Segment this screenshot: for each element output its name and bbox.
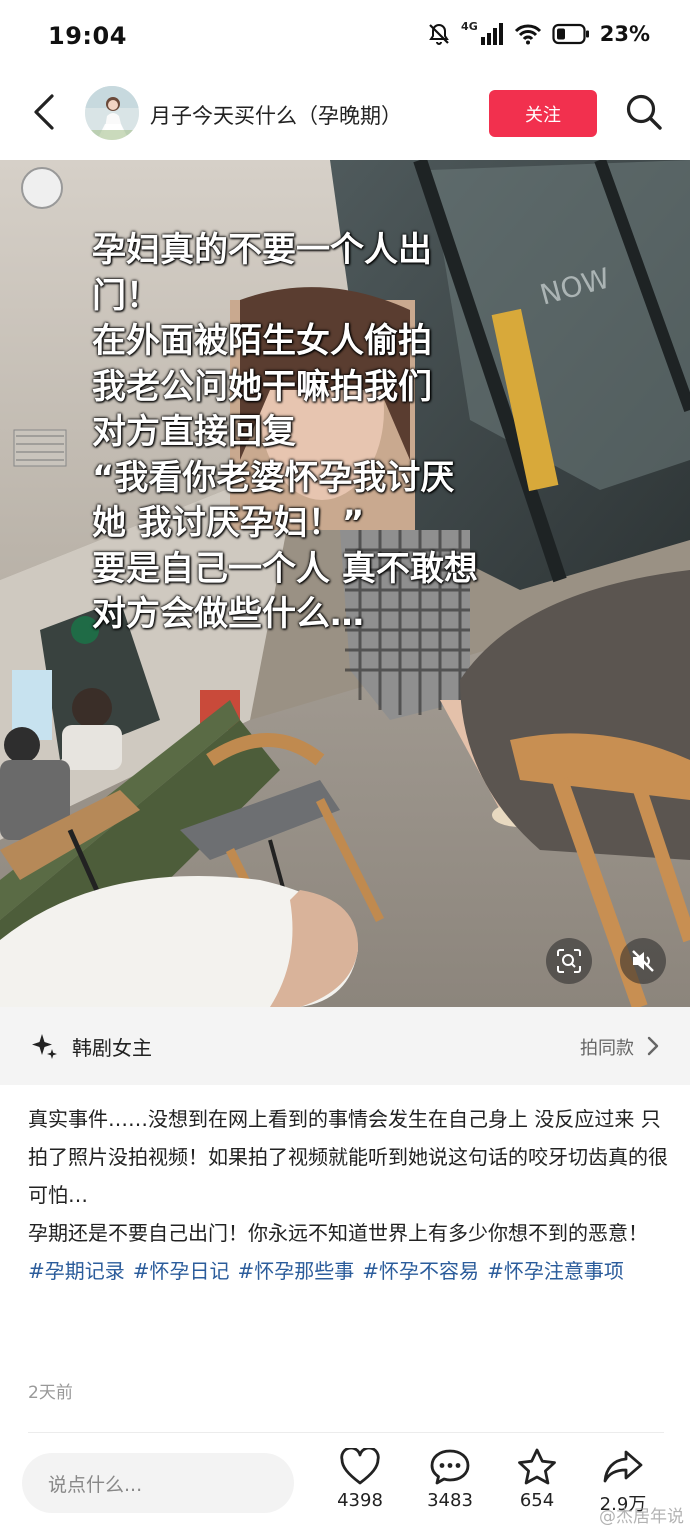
wifi-icon: [514, 24, 541, 45]
status-bar: 19:04 4G 23%: [0, 0, 690, 72]
back-arrow-icon: [34, 94, 54, 130]
favorite-button[interactable]: 654: [502, 1448, 572, 1511]
signal-icon: [480, 23, 503, 45]
chevron-right-icon: [647, 1036, 659, 1056]
hashtag-list: #孕期记录 #怀孕日记 #怀孕那些事 #怀孕不容易 #怀孕注意事项: [28, 1252, 668, 1290]
overlay-line: 孕妇真的不要一个人出: [92, 230, 432, 270]
back-button[interactable]: [26, 92, 66, 132]
follow-button[interactable]: 关注: [489, 90, 597, 137]
post-time: 2天前: [28, 1383, 73, 1403]
overlay-line: 对方直接回复: [92, 412, 296, 452]
divider: [28, 1432, 664, 1433]
overlay-line: 我老公问她干嘛拍我们: [92, 366, 432, 407]
heart-icon: [340, 1448, 380, 1485]
overlay-line: 要是自己一个人 真不敢想: [92, 548, 478, 589]
post-description: 真实事件……没想到在网上看到的事情会发生在自己身上 没反应过来 只拍了照片没拍视…: [28, 1100, 668, 1290]
scan-icon: [557, 949, 581, 973]
like-button[interactable]: 4398: [325, 1448, 395, 1511]
share-arrow-icon: [603, 1450, 643, 1483]
author-name[interactable]: 月子今天买什么（孕晚期）: [150, 100, 402, 130]
hashtag[interactable]: #怀孕日记: [133, 1259, 230, 1283]
mute-toggle-button[interactable]: [620, 938, 666, 984]
comment-count: 3483: [427, 1490, 473, 1511]
comment-bubble-icon: [430, 1449, 470, 1485]
like-count: 4398: [337, 1490, 383, 1511]
sparkle-icon: [32, 1034, 57, 1059]
comment-button[interactable]: 3483: [415, 1448, 485, 1511]
network-type: 4G: [461, 19, 478, 33]
same-style-link[interactable]: 拍同款: [580, 1034, 634, 1060]
description-paragraph: 真实事件……没想到在网上看到的事情会发生在自己身上 没反应过来 只拍了照片没拍视…: [28, 1107, 668, 1207]
overlay-line: 在外面被陌生女人偷拍: [92, 321, 432, 361]
search-icon: [626, 94, 662, 130]
mute-icon: [429, 23, 449, 45]
battery-percent: 23%: [599, 22, 650, 46]
speaker-muted-icon: [632, 950, 654, 972]
music-bar[interactable]: 韩剧女主 拍同款: [0, 1007, 690, 1085]
author-avatar[interactable]: [85, 86, 139, 140]
hashtag[interactable]: #怀孕注意事项: [487, 1259, 624, 1283]
image-search-button[interactable]: [546, 938, 592, 984]
overlay-line: 对方会做些什么…: [92, 594, 364, 634]
battery-icon: [552, 23, 589, 45]
description-paragraph: 孕期还是不要自己出门！你永远不知道世界上有多少你想不到的恶意！: [28, 1221, 648, 1245]
search-button[interactable]: [624, 92, 664, 132]
hashtag[interactable]: #怀孕那些事: [238, 1259, 355, 1283]
star-icon: [518, 1448, 556, 1485]
status-time: 19:04: [48, 22, 127, 50]
overlay-line: 门！: [92, 275, 160, 316]
avatar-image: [85, 86, 139, 140]
music-title: 韩剧女主: [72, 1036, 152, 1060]
overlay-line: “我看你老婆怀孕我讨厌: [92, 457, 455, 498]
favorite-count: 654: [519, 1490, 555, 1511]
bottom-action-bar: 说点什么... 4398 3483 654 2.9万 @杰居年说: [0, 1440, 690, 1533]
hashtag[interactable]: #孕期记录: [28, 1259, 125, 1283]
status-icons: 4G 23%: [427, 19, 650, 46]
hashtag[interactable]: #怀孕不容易: [362, 1259, 479, 1283]
post-header: 月子今天买什么（孕晚期） 关注: [0, 78, 690, 156]
comment-input[interactable]: 说点什么...: [22, 1453, 294, 1513]
overlay-line: 她 我讨厌孕妇！”: [92, 503, 365, 543]
image-caption-overlay: 孕妇真的不要一个人出 门！ 在外面被陌生女人偷拍 我老公问她干嘛拍我们 对方直接…: [92, 228, 532, 638]
post-image[interactable]: NOW 孕妇真的不要一个人出 门！ 在外面被陌生女人偷拍 我老公问她干嘛拍我们 …: [0, 160, 690, 1007]
watermark: @杰居年说: [599, 1507, 684, 1527]
